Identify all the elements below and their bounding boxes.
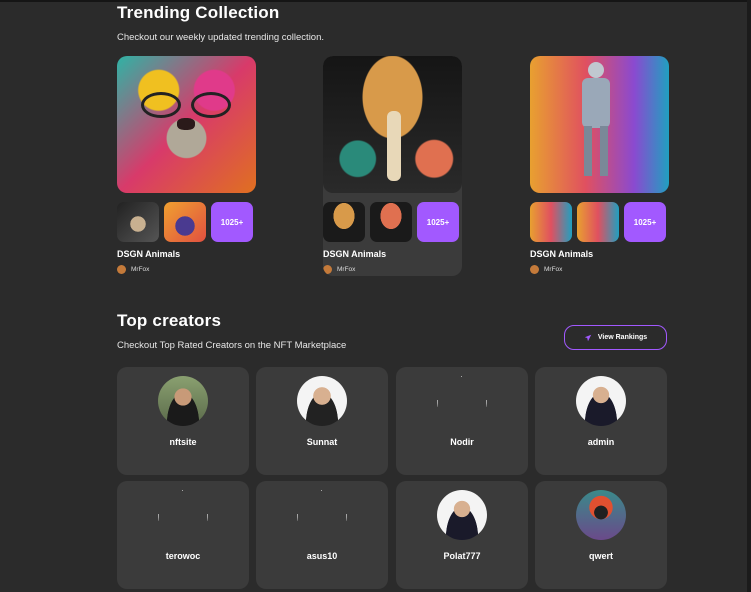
collection-card-3[interactable]: 1025+ DSGN Animals MrFox bbox=[530, 56, 669, 274]
artist-name: MrFox bbox=[337, 266, 356, 273]
creator-name[interactable]: nftsite bbox=[117, 437, 249, 447]
artist-avatar bbox=[323, 265, 332, 274]
collection-name[interactable]: DSGN Animals bbox=[530, 249, 669, 259]
creator-avatar bbox=[437, 490, 487, 540]
view-rankings-label: View Rankings bbox=[597, 334, 648, 341]
creator-card[interactable]: asus10 bbox=[256, 481, 388, 589]
creator-avatar bbox=[576, 490, 626, 540]
creator-name[interactable]: qwert bbox=[535, 551, 667, 561]
creator-card[interactable]: terowoc bbox=[117, 481, 249, 589]
collection-thumb[interactable] bbox=[370, 202, 412, 242]
creator-name[interactable]: admin bbox=[535, 437, 667, 447]
collection-artist[interactable]: MrFox bbox=[323, 265, 462, 274]
creator-card[interactable]: admin bbox=[535, 367, 667, 475]
collection-thumb[interactable] bbox=[577, 202, 619, 242]
collection-count-badge[interactable]: 1025+ bbox=[211, 202, 253, 242]
collection-thumb[interactable] bbox=[323, 202, 365, 242]
artist-avatar bbox=[530, 265, 539, 274]
collection-name[interactable]: DSGN Animals bbox=[117, 249, 256, 259]
collection-thumb[interactable] bbox=[117, 202, 159, 242]
creator-card[interactable]: qwert bbox=[535, 481, 667, 589]
artist-name: MrFox bbox=[131, 266, 150, 273]
trending-title: Trending Collection bbox=[117, 3, 280, 22]
collection-artist[interactable]: MrFox bbox=[117, 265, 256, 274]
collection-hero-image[interactable] bbox=[117, 56, 256, 193]
creator-avatar bbox=[158, 490, 208, 540]
artist-name: MrFox bbox=[544, 266, 563, 273]
creators-title: Top creators bbox=[117, 311, 222, 330]
creator-name[interactable]: asus10 bbox=[256, 551, 388, 561]
creator-avatar bbox=[297, 376, 347, 426]
creator-card[interactable]: Sunnat bbox=[256, 367, 388, 475]
collection-artist[interactable]: MrFox bbox=[530, 265, 669, 274]
collection-card-1[interactable]: 1025+ DSGN Animals MrFox bbox=[117, 56, 256, 274]
window-top-edge bbox=[0, 0, 751, 2]
creator-name[interactable]: Nodir bbox=[396, 437, 528, 447]
collection-count-badge[interactable]: 1025+ bbox=[417, 202, 459, 242]
artist-avatar bbox=[117, 265, 126, 274]
creator-avatar bbox=[437, 376, 487, 426]
creator-name[interactable]: Polat777 bbox=[396, 551, 528, 561]
collection-count-badge[interactable]: 1025+ bbox=[624, 202, 666, 242]
collection-thumb[interactable] bbox=[530, 202, 572, 242]
collection-thumb[interactable] bbox=[164, 202, 206, 242]
collection-hero-image[interactable] bbox=[530, 56, 669, 193]
creator-name[interactable]: terowoc bbox=[117, 551, 249, 561]
collection-card-2[interactable]: 1025+ DSGN Animals MrFox bbox=[323, 56, 462, 276]
creator-avatar bbox=[297, 490, 347, 540]
creators-subtitle: Checkout Top Rated Creators on the NFT M… bbox=[117, 340, 347, 351]
creator-name[interactable]: Sunnat bbox=[256, 437, 388, 447]
collection-hero-image[interactable] bbox=[323, 56, 462, 193]
creator-avatar bbox=[158, 376, 208, 426]
creator-card[interactable]: Nodir bbox=[396, 367, 528, 475]
creator-avatar bbox=[576, 376, 626, 426]
rocket-icon bbox=[584, 334, 592, 341]
collection-name[interactable]: DSGN Animals bbox=[323, 249, 462, 259]
creator-card[interactable]: nftsite bbox=[117, 367, 249, 475]
view-rankings-button[interactable]: View Rankings bbox=[564, 325, 667, 350]
trending-subtitle: Checkout our weekly updated trending col… bbox=[117, 32, 325, 43]
creator-card[interactable]: Polat777 bbox=[396, 481, 528, 589]
window-right-edge bbox=[747, 0, 751, 592]
